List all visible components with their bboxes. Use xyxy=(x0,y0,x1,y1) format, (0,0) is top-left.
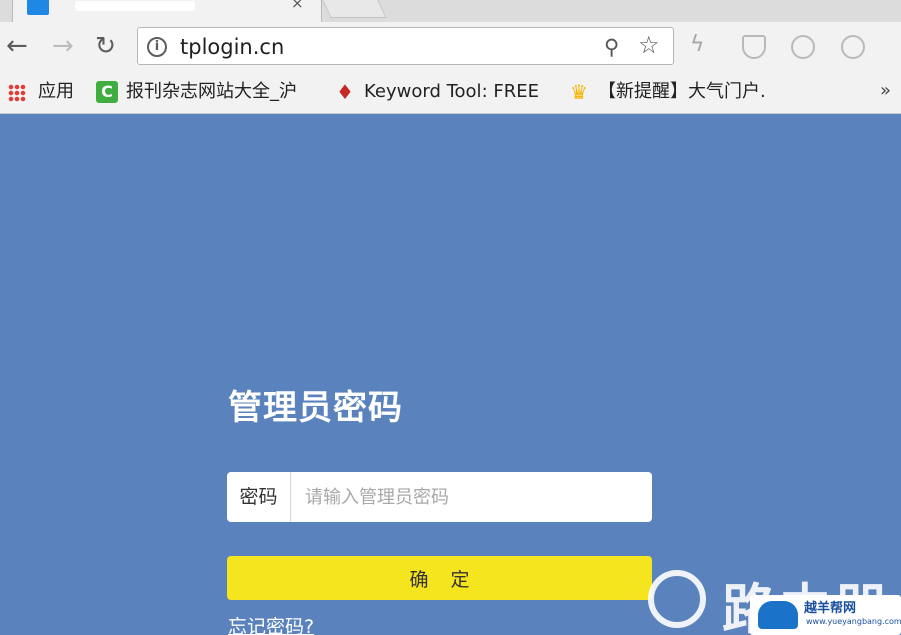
watermark-badge-text: 越羊帮网 xyxy=(804,601,857,616)
back-arrow-icon[interactable]: ← xyxy=(6,32,28,60)
bookmark-item[interactable]: ♦ Keyword Tool: FREE xyxy=(334,81,539,103)
watermark-logo-icon xyxy=(648,570,706,628)
reload-icon[interactable]: ↻ xyxy=(95,32,116,60)
confirm-button[interactable]: 确定 xyxy=(227,556,652,600)
refresh-c-icon: C xyxy=(96,81,118,103)
forward-arrow-icon[interactable]: → xyxy=(52,32,74,60)
bookmark-star-icon[interactable]: ☆ xyxy=(638,31,660,59)
address-url[interactable]: tplogin.cn xyxy=(180,35,284,59)
watermark-badge-icon xyxy=(758,601,798,629)
password-field-group: 密码 xyxy=(227,472,652,522)
bookmark-item[interactable]: ♛ 【新提醒】大气门户. xyxy=(568,81,766,103)
flame-icon: ♦ xyxy=(336,80,354,104)
bookmarks-overflow-icon[interactable]: » xyxy=(880,80,891,101)
tab-strip: × xyxy=(0,0,901,22)
info-icon[interactable]: i xyxy=(147,37,167,57)
bookmark-label: Keyword Tool: FREE xyxy=(364,81,539,102)
browser-toolbar: ← → ↻ i tplogin.cn ⚲ ☆ ϟ xyxy=(0,22,901,72)
extension-circle-icon-2[interactable] xyxy=(841,35,865,59)
extension-shield-icon[interactable] xyxy=(742,35,766,59)
extension-circle-icon[interactable] xyxy=(791,35,815,59)
apps-label: 应用 xyxy=(38,81,74,102)
tab-close-icon[interactable]: × xyxy=(291,0,304,11)
zoom-icon[interactable]: ⚲ xyxy=(604,35,619,59)
bookmark-label: 报刊杂志网站大全_沪 xyxy=(126,81,297,102)
apps-grid-icon xyxy=(8,84,26,102)
watermark-badge: 越羊帮网 www.yueyangbang.com xyxy=(750,595,901,635)
bookmark-label: 【新提醒】大气门户. xyxy=(598,81,766,102)
login-page: 管理员密码 密码 确定 忘记密码? 路由器 越羊帮网 www.yueyangba… xyxy=(0,115,901,635)
browser-tab[interactable]: × xyxy=(12,0,322,22)
bookmark-item[interactable]: C 报刊杂志网站大全_沪 xyxy=(96,81,297,103)
bookmarks-bar: 应用 C 报刊杂志网站大全_沪 ♦ Keyword Tool: FREE ♛ 【新提醒… xyxy=(0,72,901,114)
page-title: 管理员密码 xyxy=(228,388,403,428)
tab-favicon-icon xyxy=(27,0,49,15)
trophy-icon: ♛ xyxy=(570,80,588,104)
password-label: 密码 xyxy=(227,472,291,522)
extension-feather-icon[interactable]: ϟ xyxy=(690,32,714,57)
watermark-badge-url: www.yueyangbang.com xyxy=(806,617,901,626)
bookmark-apps[interactable]: 应用 xyxy=(8,81,74,103)
tab-title xyxy=(75,1,195,11)
address-bar[interactable]: i tplogin.cn ⚲ ☆ xyxy=(137,27,674,65)
forgot-password-link[interactable]: 忘记密码? xyxy=(228,612,314,635)
password-input[interactable] xyxy=(293,472,643,522)
new-tab-button[interactable] xyxy=(321,0,387,18)
